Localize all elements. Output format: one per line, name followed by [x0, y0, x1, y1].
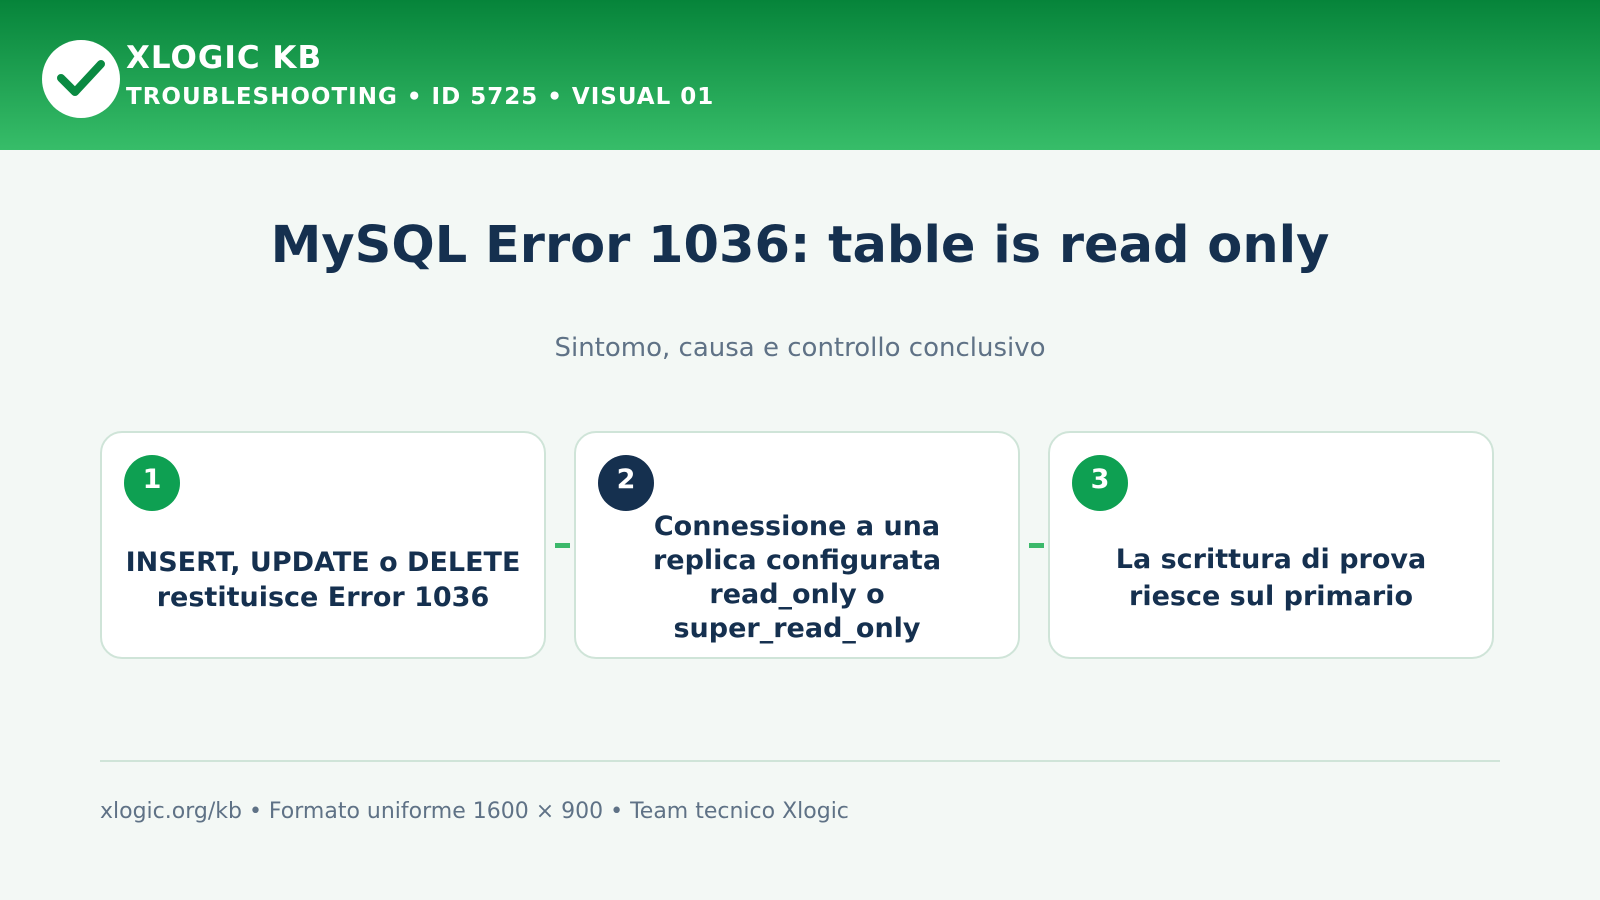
step-card-2: 2 Connessione a una replica configurata …	[574, 431, 1020, 659]
logo-badge	[42, 40, 120, 118]
step-line: INSERT, UPDATE o DELETE	[125, 547, 521, 578]
step-number-badge: 2	[598, 455, 654, 511]
step-line: Connessione a una	[653, 511, 941, 542]
checkmark-icon	[57, 60, 105, 96]
page-title: MySQL Error 1036: table is read only	[270, 216, 1330, 275]
step-description: La scrittura di prova riesce sul primari…	[1060, 541, 1482, 615]
step-line: La scrittura di prova	[1115, 544, 1427, 575]
step-number-badge: 1	[124, 455, 180, 511]
page-subtitle: Sintomo, causa e controllo conclusivo	[554, 333, 1046, 363]
footer-divider	[100, 760, 1500, 762]
brand-subtitle: TROUBLESHOOTING • ID 5725 • VISUAL 01	[126, 84, 715, 110]
step-card-1: 1 INSERT, UPDATE o DELETE restituisce Er…	[100, 431, 546, 659]
step-number-badge: 3	[1072, 455, 1128, 511]
header-banner: XLOGIC KB TROUBLESHOOTING • ID 5725 • VI…	[0, 0, 1600, 150]
step-connector	[555, 543, 570, 548]
footer-text: xlogic.org/kb • Formato uniforme 1600 × …	[100, 799, 849, 824]
step-line: super_read_only	[673, 613, 921, 644]
step-connector	[1029, 543, 1044, 548]
step-description: Connessione a una replica configurata re…	[586, 510, 1008, 646]
step-line: read_only o	[709, 579, 885, 610]
step-line: riesce sul primario	[1129, 581, 1413, 612]
step-line: restituisce Error 1036	[156, 582, 490, 613]
step-line: replica configurata	[652, 545, 942, 576]
step-description: INSERT, UPDATE o DELETE restituisce Erro…	[112, 545, 534, 615]
step-card-3: 3 La scrittura di prova riesce sul prima…	[1048, 431, 1494, 659]
brand-name: XLOGIC KB	[126, 40, 323, 76]
